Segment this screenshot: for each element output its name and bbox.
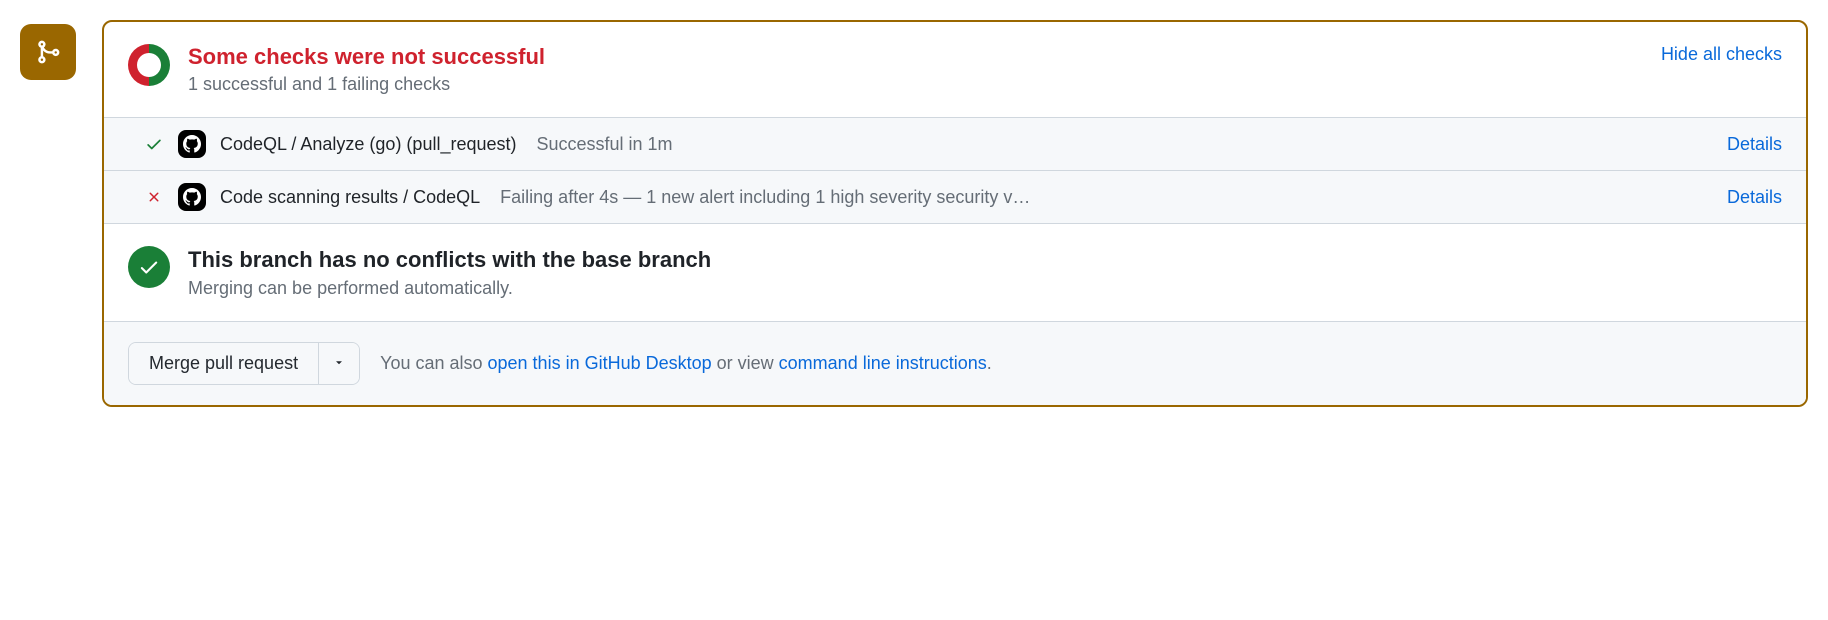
checks-status-section: Some checks were not successful 1 succes… — [104, 22, 1806, 118]
footer-text-mid: or view — [712, 353, 779, 373]
hide-all-checks-link[interactable]: Hide all checks — [1661, 44, 1782, 65]
checks-list: CodeQL / Analyze (go) (pull_request) Suc… — [104, 118, 1806, 224]
open-github-desktop-link[interactable]: open this in GitHub Desktop — [488, 353, 712, 373]
check-details-link[interactable]: Details — [1727, 134, 1782, 155]
status-text: Some checks were not successful 1 succes… — [188, 44, 1643, 95]
status-donut-icon — [128, 44, 170, 86]
merge-heading: This branch has no conflicts with the ba… — [188, 246, 711, 274]
merge-footer: Merge pull request You can also open thi… — [104, 322, 1806, 405]
check-name: Code scanning results / CodeQL — [220, 187, 480, 208]
pr-merge-container: Some checks were not successful 1 succes… — [20, 20, 1808, 407]
status-sub: 1 successful and 1 failing checks — [188, 74, 1643, 95]
merge-pull-request-button[interactable]: Merge pull request — [129, 343, 318, 384]
footer-hint-text: You can also open this in GitHub Desktop… — [380, 353, 992, 374]
caret-down-icon — [333, 356, 345, 368]
merge-dropdown-button[interactable] — [318, 343, 359, 384]
check-row: Code scanning results / CodeQL Failing a… — [104, 171, 1806, 223]
success-check-icon — [128, 246, 170, 288]
github-app-icon — [178, 183, 206, 211]
git-merge-icon — [35, 39, 61, 65]
merge-status-section: This branch has no conflicts with the ba… — [104, 224, 1806, 322]
status-heading: Some checks were not successful — [188, 44, 1643, 70]
merge-sub: Merging can be performed automatically. — [188, 278, 711, 299]
timeline-badge — [20, 24, 76, 80]
footer-text-before: You can also — [380, 353, 487, 373]
merge-box: Some checks were not successful 1 succes… — [102, 20, 1808, 407]
check-name: CodeQL / Analyze (go) (pull_request) — [220, 134, 517, 155]
check-details-link[interactable]: Details — [1727, 187, 1782, 208]
check-failure-icon — [144, 189, 164, 205]
check-success-icon — [144, 135, 164, 153]
check-detail: Failing after 4s — 1 new alert including… — [500, 187, 1713, 208]
merge-status-text: This branch has no conflicts with the ba… — [188, 246, 711, 299]
merge-button-group: Merge pull request — [128, 342, 360, 385]
check-row: CodeQL / Analyze (go) (pull_request) Suc… — [104, 118, 1806, 171]
command-line-instructions-link[interactable]: command line instructions — [779, 353, 987, 373]
check-detail: Successful in 1m — [537, 134, 1713, 155]
footer-text-after: . — [987, 353, 992, 373]
github-app-icon — [178, 130, 206, 158]
